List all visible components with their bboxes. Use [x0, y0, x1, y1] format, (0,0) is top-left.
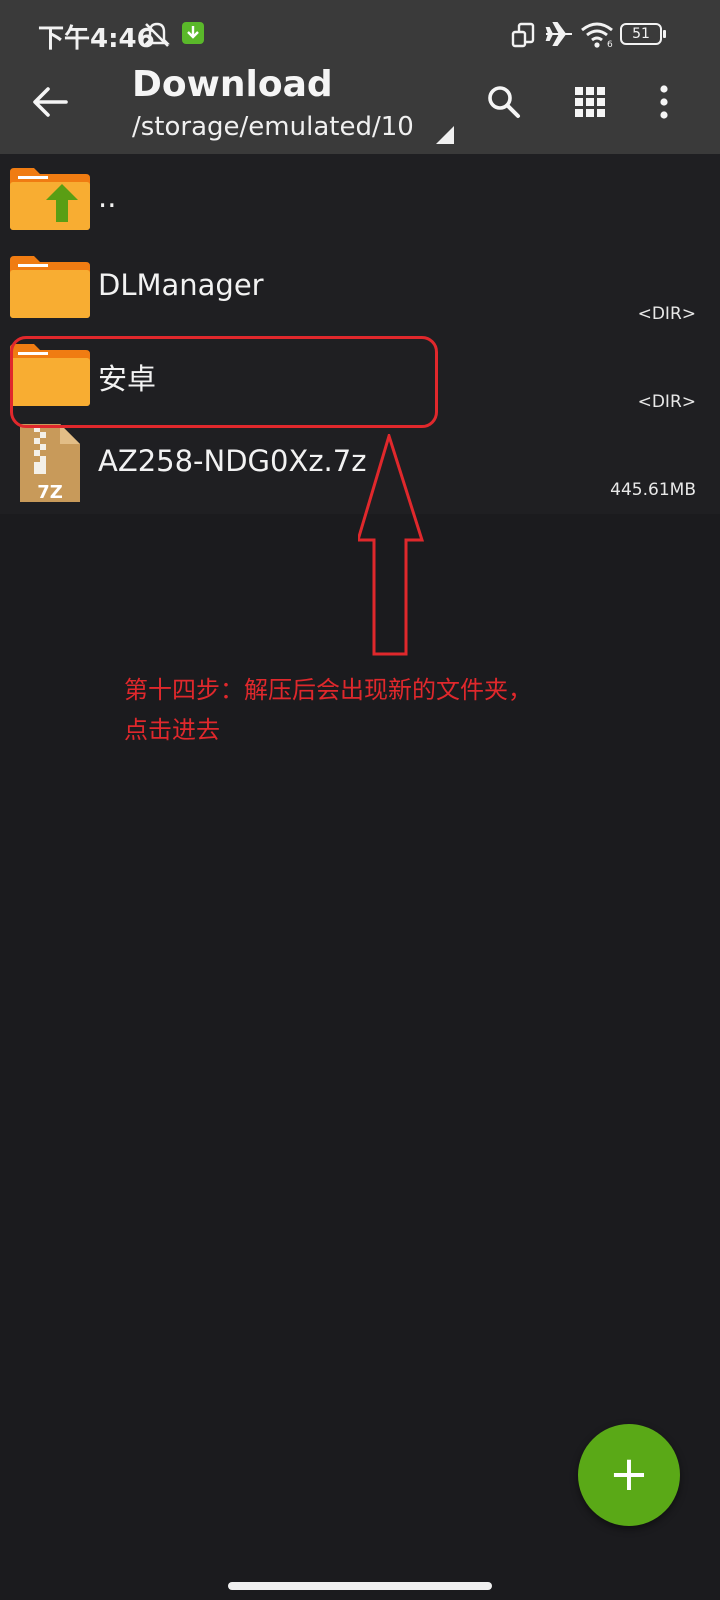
search-icon[interactable] — [486, 84, 522, 120]
file-name: DLManager — [98, 268, 264, 302]
folder-icon — [10, 256, 90, 318]
folder-title: Download — [132, 64, 333, 105]
grid-view-icon[interactable] — [574, 86, 606, 118]
annotation-line-1: 第十四步：解压后会出现新的文件夹， — [124, 676, 532, 704]
app-bar: Download /storage/emulated/10 — [0, 62, 720, 154]
add-button[interactable]: + — [578, 1424, 680, 1526]
screen-rotation-icon — [511, 22, 535, 48]
folder-up-icon — [10, 168, 90, 230]
folder-path[interactable]: /storage/emulated/10 — [132, 112, 414, 142]
status-time: 下午4:46 — [38, 24, 155, 54]
archive-label: 7Z — [37, 482, 63, 502]
file-name: .. — [98, 180, 117, 214]
annotation-instruction: 第十四步：解压后会出现新的文件夹， 点击进去 — [124, 670, 604, 750]
annotation-highlight-box — [10, 336, 438, 428]
back-arrow-icon[interactable] — [32, 86, 68, 118]
file-type-label: <DIR> — [637, 304, 696, 324]
battery-tip — [663, 30, 666, 38]
svg-text:6: 6 — [607, 40, 613, 48]
airplane-icon — [545, 22, 572, 46]
home-indicator[interactable] — [228, 1582, 492, 1590]
battery-level: 51 — [632, 26, 650, 42]
file-type-label: <DIR> — [637, 392, 696, 412]
more-vert-icon[interactable] — [656, 84, 672, 120]
list-item-dlmanager[interactable]: DLManager <DIR> — [0, 242, 720, 330]
annotation-line-2: 点击进去 — [124, 716, 220, 744]
annotation-up-arrow — [358, 434, 424, 656]
file-size-label: 445.61MB — [610, 480, 696, 500]
mute-bell-icon — [144, 22, 170, 47]
path-dropdown-icon[interactable] — [436, 126, 454, 144]
status-bar: 下午4:46 6 51 — [0, 0, 720, 62]
plus-icon: + — [608, 1446, 650, 1502]
list-item-parent[interactable]: .. — [0, 154, 720, 242]
wifi-icon: 6 — [581, 22, 613, 48]
file-name: AZ258-NDG0Xz.7z — [98, 444, 367, 478]
archive-7z-icon: 7Z — [20, 424, 80, 502]
battery-icon: 51 — [620, 23, 662, 45]
download-notification-icon — [182, 22, 204, 44]
